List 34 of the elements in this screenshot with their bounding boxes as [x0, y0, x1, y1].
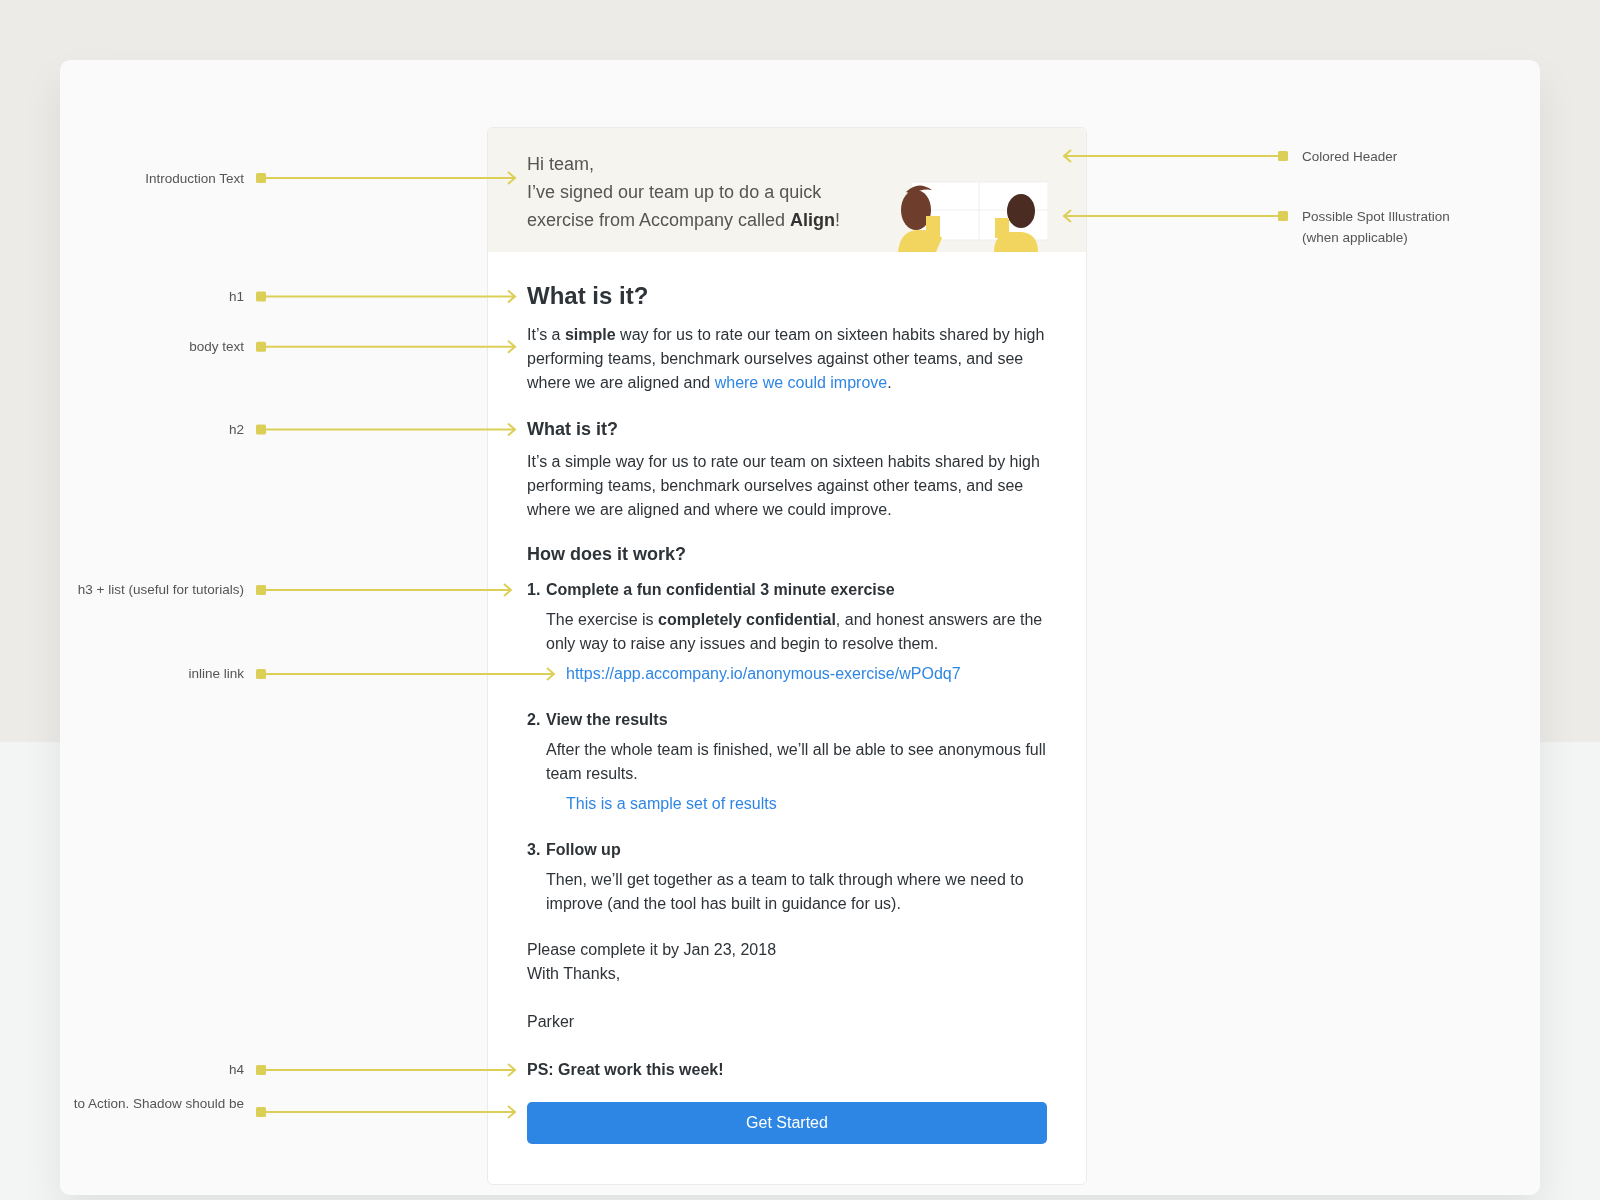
- step-title: View the results: [546, 710, 668, 730]
- step-description: After the whole team is finished, we’ll all be able to see anonymous full team results.: [546, 740, 1047, 784]
- annotation-label: Colored Header: [1302, 148, 1399, 166]
- annotation-label: to Action. Shadow should be: [73, 1095, 244, 1113]
- annotation-label: inline link: [187, 665, 244, 684]
- heading: What is it?: [527, 282, 650, 311]
- greeting-text: Hi team,: [527, 153, 596, 176]
- annotation-label: Possible Spot Illustration (when applicable): [1302, 208, 1451, 247]
- step-number: 1.: [527, 580, 542, 600]
- body-paragraph: It’s a simple way for us to rate our team on sixteen habits shared by high performing teams, benchmark ourselves against other teams, and see where we are aligned and where we could improve.: [527, 452, 1041, 521]
- annotation-label: body text: [188, 338, 244, 357]
- signature: Parker: [527, 1012, 576, 1032]
- get-started-button[interactable]: Get Started: [527, 1102, 1047, 1144]
- body-paragraph: It’s a simple way for us to rate our team on sixteen habits shared by high performing teams, benchmark ourselves against other teams, and see where we are aligned and where we could improve.: [527, 324, 1046, 393]
- step-description: The exercise is completely confidential, and honest answers are the only way to raise any issues and begin to resolve them.: [546, 610, 1044, 654]
- intro-text: I’ve signed our team up to do a quick exercise from Accompany called Align!: [527, 181, 842, 232]
- step-number: 2.: [527, 710, 542, 730]
- subheading: What is it?: [527, 418, 619, 441]
- annotation-label: Introduction Text: [144, 169, 244, 188]
- step-title: Follow up: [546, 840, 621, 860]
- closing-text: With Thanks,: [527, 964, 622, 984]
- annotation-label: h1: [227, 287, 244, 306]
- annotation-label: h4: [227, 1061, 244, 1080]
- improve-link[interactable]: where we could improve: [714, 373, 888, 391]
- step-link[interactable]: https://app.accompany.io/anonymous-exercise/wPOdq7: [566, 662, 961, 686]
- step-number: 3.: [527, 840, 542, 860]
- annotation-label: h2: [227, 421, 244, 440]
- step-description: Then, we’ll get together as a team to talk through where we need to improve (and the tool has built in guidance for us).: [546, 870, 1025, 914]
- step-title: Complete a fun confidential 3 minute exercise: [546, 580, 895, 600]
- postscript-heading: PS: Great work this week!: [527, 1060, 725, 1080]
- step-link[interactable]: This is a sample set of results: [566, 792, 777, 816]
- annotation-label: h3 + list (useful for tutorials): [76, 581, 244, 600]
- closing-text: Please complete it by Jan 23, 2018: [527, 940, 778, 960]
- section-heading: How does it work?: [527, 544, 687, 566]
